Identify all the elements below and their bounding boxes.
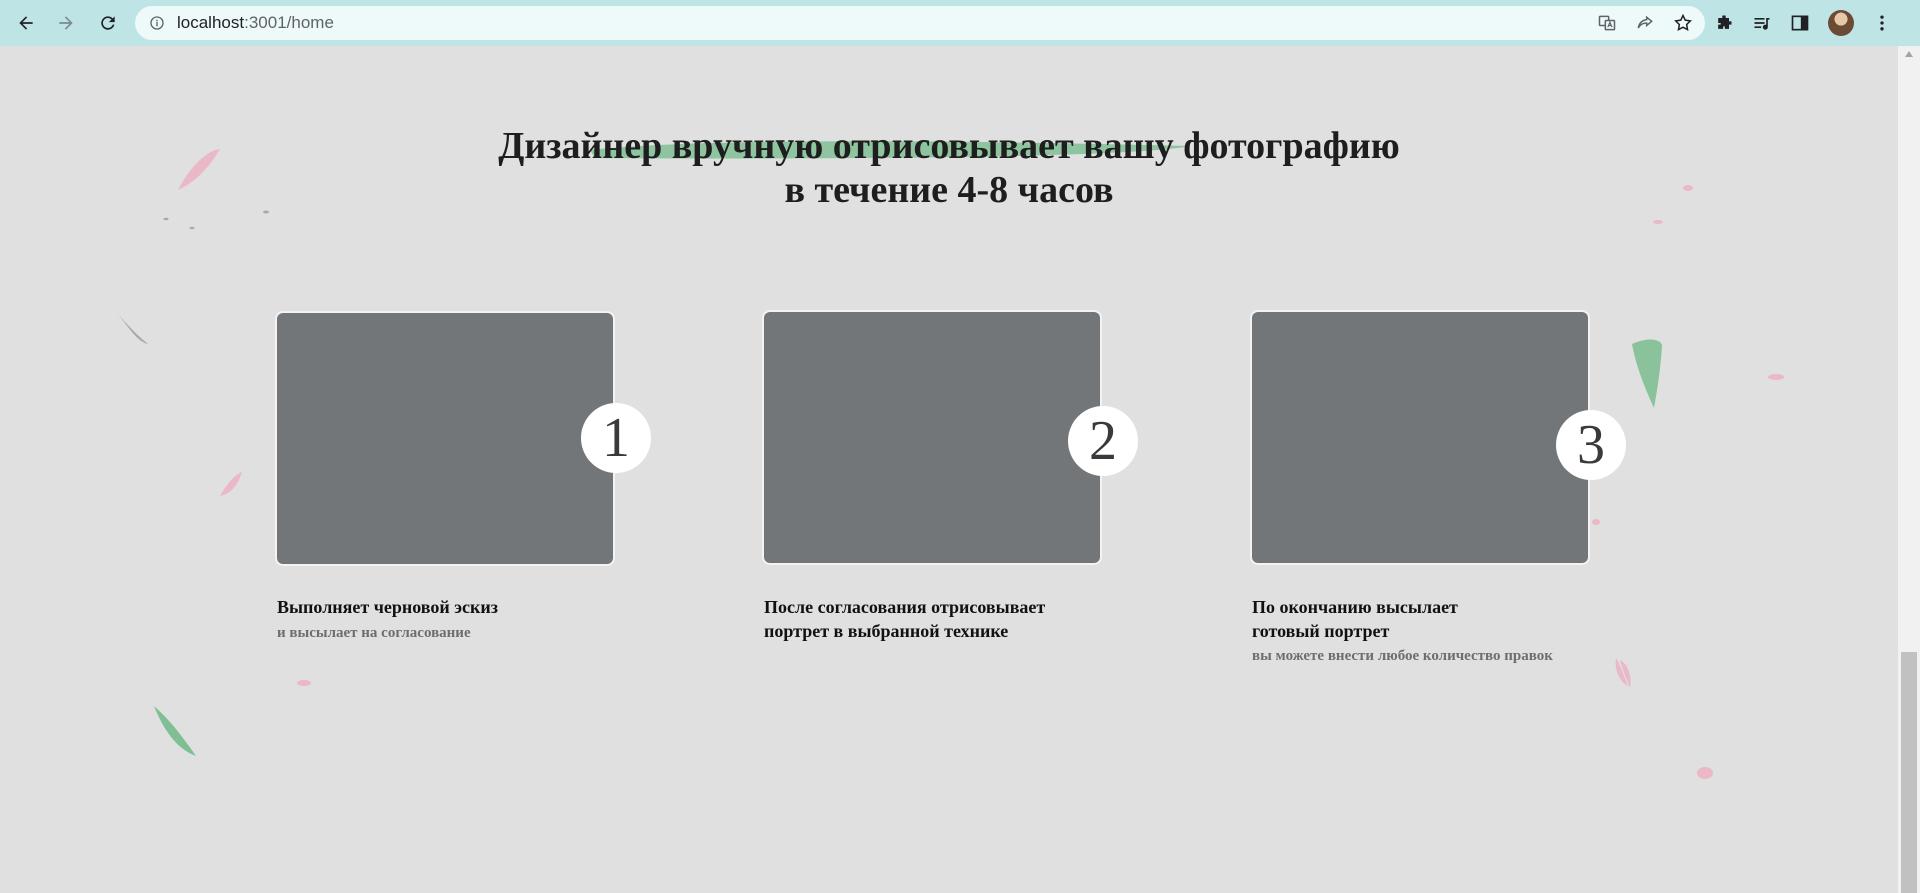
step-number-badge: 2 xyxy=(1068,406,1138,476)
scroll-up-button[interactable] xyxy=(1898,50,1920,64)
reload-button[interactable] xyxy=(90,5,126,41)
petal-grey-icon xyxy=(163,217,169,221)
step-card-2: 2 После согласования отрисовывает портре… xyxy=(762,310,1138,641)
address-bar[interactable]: localhost:3001/home xyxy=(135,6,1705,40)
petal-green-icon xyxy=(154,706,196,756)
petal-pink-icon xyxy=(220,472,242,496)
bookmark-star-icon[interactable] xyxy=(1673,13,1693,33)
back-icon xyxy=(19,16,33,30)
scrollbar-thumb[interactable] xyxy=(1901,652,1917,893)
info-icon[interactable] xyxy=(149,15,165,31)
step-image-placeholder xyxy=(1250,310,1590,565)
step-image-placeholder xyxy=(275,311,615,566)
petal-grey-icon xyxy=(116,311,148,344)
petal-grey-icon xyxy=(189,226,195,230)
step-title-line-2: готовый портрет xyxy=(1252,621,1390,641)
step-card-3: 3 По окончанию высылает готовый портрет … xyxy=(1250,310,1626,670)
hero-heading-line-1: Дизайнер вручную отрисовывает вашу фотог… xyxy=(498,125,1400,167)
chevron-up-icon xyxy=(1905,51,1913,57)
petal-pink-icon xyxy=(1592,519,1600,525)
page-content: Дизайнер вручную отрисовывает вашу фотог… xyxy=(0,46,1898,893)
extensions-icon[interactable] xyxy=(1714,13,1734,33)
step-number-badge: 3 xyxy=(1556,410,1626,480)
step-subtitle: и высылает на согласование xyxy=(277,625,471,641)
url-text[interactable]: localhost:3001/home xyxy=(177,13,334,33)
hero-heading: Дизайнер вручную отрисовывает вашу фотог… xyxy=(0,124,1898,212)
petal-pink-icon xyxy=(1697,767,1713,779)
step-title: Выполняет черновой эскиз xyxy=(277,595,637,619)
menu-icon[interactable] xyxy=(1872,13,1892,33)
translate-icon[interactable] xyxy=(1597,13,1617,33)
reload-icon xyxy=(101,16,115,30)
side-panel-icon[interactable] xyxy=(1790,13,1810,33)
step-image-placeholder xyxy=(762,310,1102,565)
forward-button[interactable] xyxy=(48,5,84,41)
petal-pink-icon xyxy=(1653,220,1663,224)
back-button[interactable] xyxy=(8,5,44,41)
step-card-1: 1 Выполняет черновой эскиз и высылает на… xyxy=(275,311,651,641)
petal-pink-icon xyxy=(297,680,311,686)
step-title-line-1: По окончанию высылает xyxy=(1252,597,1458,617)
step-subtitle: вы можете внести любое количество правок xyxy=(1252,648,1553,664)
step-title: По окончанию высылает готовый портрет xyxy=(1252,595,1612,643)
step-title-line-2: портрет в выбранной технике xyxy=(764,621,1009,641)
browser-toolbar: localhost:3001/home xyxy=(0,0,1920,46)
step-title-line-1: После согласования отрисовывает xyxy=(764,597,1046,617)
step-number-badge: 1 xyxy=(581,403,651,473)
hero-heading-line-2: в течение 4-8 часов xyxy=(784,169,1114,211)
step-title-line-1: Выполняет черновой эскиз xyxy=(277,597,499,617)
forward-icon xyxy=(59,16,73,30)
step-title: После согласования отрисовывает портрет … xyxy=(764,595,1124,643)
petal-green-icon xyxy=(1632,339,1662,408)
media-playlist-icon[interactable] xyxy=(1752,13,1772,33)
page-scrollbar[interactable] xyxy=(1898,46,1920,893)
petal-pink-icon xyxy=(1768,374,1784,380)
url-host: localhost xyxy=(177,13,245,32)
url-path: :3001/home xyxy=(244,13,334,32)
profile-avatar[interactable] xyxy=(1828,10,1854,36)
share-icon[interactable] xyxy=(1635,13,1655,33)
